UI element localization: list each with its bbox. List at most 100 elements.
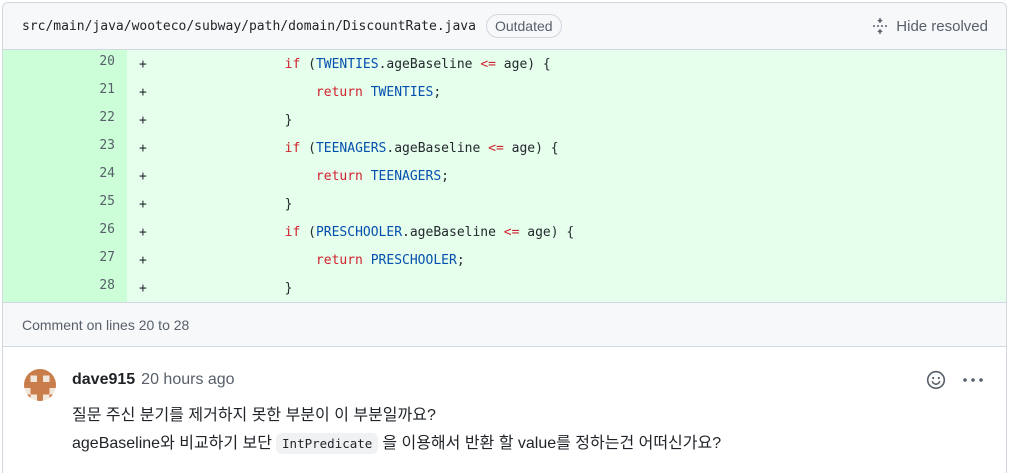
line-number[interactable]: 25 <box>3 190 127 218</box>
code-token: .ageBaseline <box>378 56 481 72</box>
code-token: PRESCHOOLER <box>315 224 403 240</box>
code-content: + } <box>127 190 1006 218</box>
comment-header: dave915 20 hours ago <box>72 368 986 392</box>
code-content: + return TEENAGERS; <box>127 162 1006 190</box>
code-token: <= <box>503 224 520 240</box>
line-number[interactable]: 22 <box>3 106 127 134</box>
code-token: <= <box>488 140 504 156</box>
code-content: + return PRESCHOOLER; <box>127 246 1006 274</box>
code-token: .ageBaseline <box>386 140 489 156</box>
comment-text: ageBaseline와 비교하기 보단 <box>72 435 273 452</box>
line-number[interactable]: 26 <box>3 218 127 246</box>
addition-marker: + <box>139 280 147 296</box>
diff-line: 28 + } <box>3 274 1006 302</box>
code-token: } <box>284 280 293 296</box>
line-number[interactable]: 28 <box>3 274 127 302</box>
timestamp-link[interactable]: 20 hours ago <box>141 371 234 389</box>
diff-line: 25 + } <box>3 190 1006 218</box>
comment-actions <box>926 370 984 390</box>
add-reaction-button[interactable] <box>926 370 946 390</box>
addition-marker: + <box>139 84 147 100</box>
line-number[interactable]: 21 <box>3 78 127 106</box>
code-token: } <box>284 112 293 128</box>
file-header: src/main/java/wooteco/subway/path/domain… <box>3 3 1006 50</box>
code-token: if <box>284 140 301 156</box>
addition-marker: + <box>139 252 147 268</box>
diff-line: 24 + return TEENAGERS; <box>3 162 1006 190</box>
comment-body: 질문 주신 분기를 제거하지 못한 부분이 이 부분일까요? ageBaseli… <box>72 402 986 458</box>
addition-marker: + <box>139 112 147 128</box>
code-content: + return TWENTIES; <box>127 78 1006 106</box>
review-thread: src/main/java/wooteco/subway/path/domain… <box>2 2 1007 473</box>
code-token: age) { <box>495 56 551 72</box>
diff-line: 23 + if (TEENAGERS.ageBaseline <= age) { <box>3 134 1006 162</box>
review-comment: dave915 20 hours ago 질문 주신 분기를 제거하지 못한 부… <box>3 347 1006 458</box>
code-content: + if (TWENTIES.ageBaseline <= age) { <box>127 50 1006 78</box>
code-token: ( <box>300 56 316 72</box>
line-number[interactable]: 23 <box>3 134 127 162</box>
code-token: ; <box>456 252 465 268</box>
code-token: TEENAGERS <box>315 140 387 156</box>
code-token: ; <box>433 84 442 100</box>
code-token: TEENAGERS <box>370 168 442 184</box>
more-options-button[interactable] <box>962 370 984 390</box>
addition-marker: + <box>139 168 147 184</box>
code-token: if <box>284 224 301 240</box>
line-number[interactable]: 27 <box>3 246 127 274</box>
diff-line: 20 + if (TWENTIES.ageBaseline <= age) { <box>3 50 1006 78</box>
code-token: if <box>284 56 301 72</box>
addition-marker: + <box>139 56 147 72</box>
code-token: age) { <box>519 224 575 240</box>
hide-resolved-button[interactable]: Hide resolved <box>872 18 988 35</box>
code-token: ; <box>441 168 449 184</box>
addition-marker: + <box>139 196 147 212</box>
code-token: age) { <box>503 140 559 156</box>
code-token: return <box>315 84 363 100</box>
code-content: + if (PRESCHOOLER.ageBaseline <= age) { <box>127 218 1006 246</box>
inline-code: IntPredicate <box>276 433 379 454</box>
code-token: ( <box>300 140 316 156</box>
code-content: + } <box>127 106 1006 134</box>
code-token: ( <box>300 224 316 240</box>
comment-on-lines: Comment on lines 20 to 28 <box>3 302 1006 347</box>
code-token: TWENTIES <box>370 84 434 100</box>
code-token: PRESCHOOLER <box>370 252 457 268</box>
avatar[interactable] <box>24 369 56 401</box>
code-token: } <box>284 196 293 212</box>
diff-line: 22 + } <box>3 106 1006 134</box>
code-content: + if (TEENAGERS.ageBaseline <= age) { <box>127 134 1006 162</box>
diff-line: 26 + if (PRESCHOOLER.ageBaseline <= age) … <box>3 218 1006 246</box>
diff-line: 27 + return PRESCHOOLER; <box>3 246 1006 274</box>
code-token: TWENTIES <box>315 56 379 72</box>
line-number[interactable]: 20 <box>3 50 127 78</box>
comment-line-1: 질문 주신 분기를 제거하지 못한 부분이 이 부분일까요? <box>72 407 436 424</box>
fold-icon <box>873 18 888 34</box>
file-path-link[interactable]: src/main/java/wooteco/subway/path/domain… <box>22 19 476 34</box>
outdated-badge: Outdated <box>485 14 562 38</box>
smiley-icon <box>926 370 946 390</box>
hide-resolved-label: Hide resolved <box>896 17 988 35</box>
line-number[interactable]: 24 <box>3 162 127 190</box>
author-link[interactable]: dave915 <box>72 371 135 389</box>
code-token: .ageBaseline <box>402 224 504 240</box>
code-token: return <box>315 252 363 268</box>
code-content: + } <box>127 274 1006 302</box>
comment-text: 을 이용해서 반환 할 value를 정하는건 어떠신가요? <box>382 435 722 452</box>
comment-line-2: ageBaseline와 비교하기 보단 IntPredicate 을 이용해서 반… <box>72 430 986 458</box>
diff-table: 20 + if (TWENTIES.ageBaseline <= age) {21… <box>3 50 1006 302</box>
addition-marker: + <box>139 140 147 156</box>
diff-line: 21 + return TWENTIES; <box>3 78 1006 106</box>
addition-marker: + <box>139 224 147 240</box>
